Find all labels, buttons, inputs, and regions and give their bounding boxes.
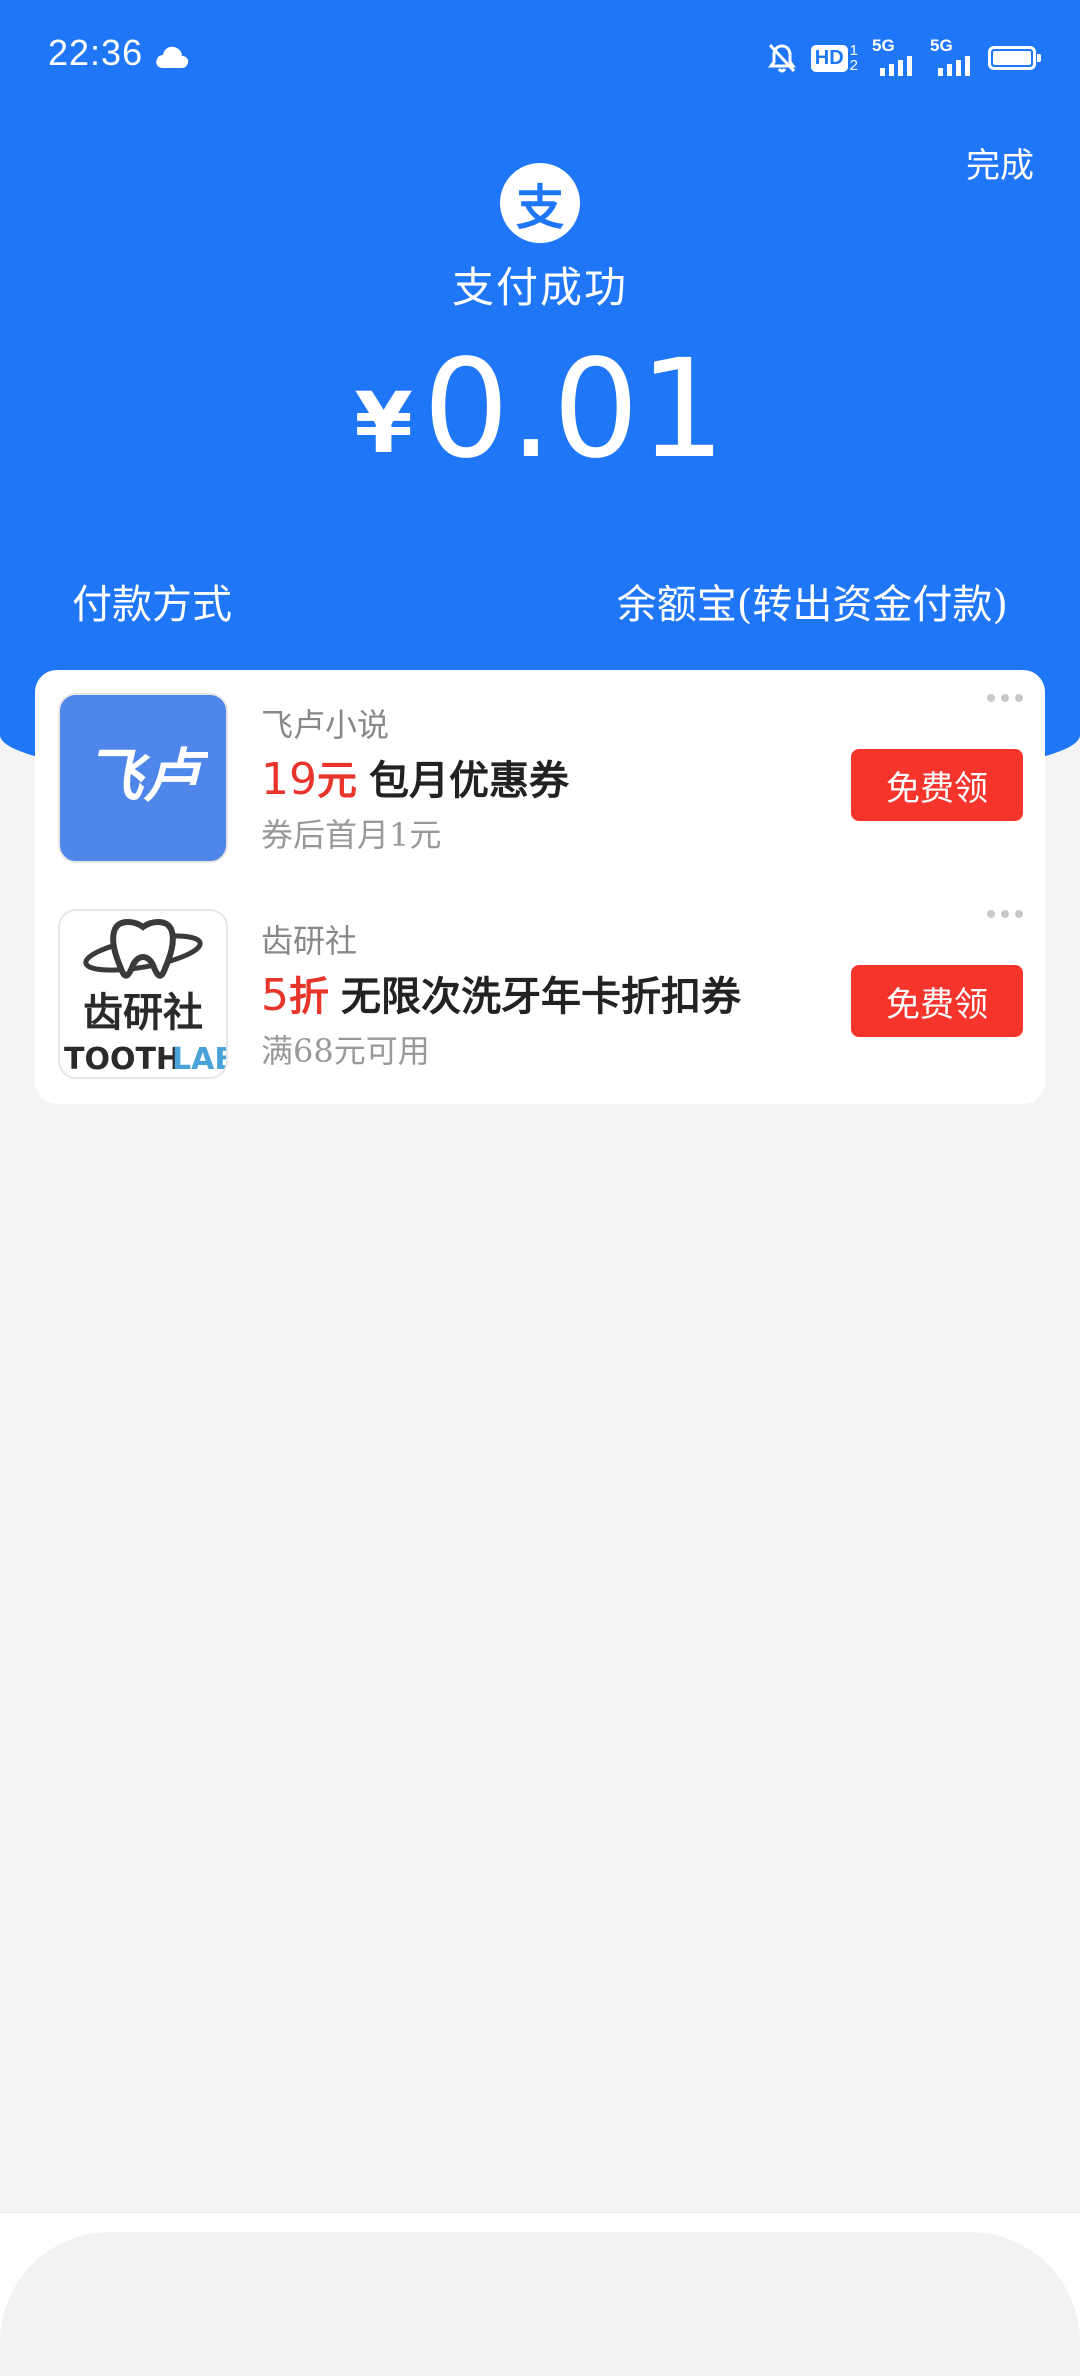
payment-success-title: 支付成功 xyxy=(451,263,628,312)
offer-highlight: 5折 xyxy=(261,970,329,1021)
payment-amount: ¥0.01 xyxy=(0,335,1080,485)
feilu-logo: 飞卢 xyxy=(58,693,228,863)
offer-highlight: 19元 xyxy=(261,754,357,805)
more-options-icon[interactable] xyxy=(987,910,1023,918)
amount-value: 0.01 xyxy=(422,331,726,489)
offer-title-text: 无限次洗牙年卡折扣券 xyxy=(341,973,741,1020)
offer-item[interactable]: 齿研社 TOOTH LAB 齿研社 5折无限次洗牙年卡折扣券 满68元可用 免费… xyxy=(35,886,1045,1102)
hd-sim-top: 1 xyxy=(849,42,858,59)
offer-title: 5折 无限次洗牙年卡折扣券 xyxy=(261,964,741,1022)
offer-title: 19元 包月优惠券 xyxy=(261,748,569,806)
hd-label: HD xyxy=(810,44,848,72)
offer-merchant-name: 齿研社 xyxy=(261,922,358,960)
pay-method-value: 余额宝(转出资金付款) xyxy=(616,582,1008,628)
hd-voice-icon: HD 1 2 xyxy=(810,42,858,74)
toothlab-en-text-b: LAB xyxy=(172,1042,226,1077)
offer-merchant-name: 飞卢小说 xyxy=(261,706,390,744)
offer-highlight-unit: 元 xyxy=(317,757,357,804)
toothlab-logo-mark: 齿研社 TOOTH LAB xyxy=(64,919,226,1077)
sim2-network-label: 5G xyxy=(930,36,953,55)
currency-symbol: ¥ xyxy=(354,374,413,472)
toothlab-en-text-a: TOOTH xyxy=(64,1042,181,1077)
offer-highlight-value: 19 xyxy=(261,754,317,805)
feilu-logo-text: 飞卢 xyxy=(85,742,208,810)
done-button[interactable]: 完成 xyxy=(966,138,1034,187)
feilu-logo-mark: 飞卢 xyxy=(85,742,208,810)
sim1-network-label: 5G xyxy=(872,36,895,55)
offer-highlight-value: 5 xyxy=(261,970,289,1021)
payment-success-page: 22:36 HD 1 2 5G 5G 完成 支 支付成功 ¥0.01 付款方式 … xyxy=(0,0,1080,2376)
hd-sim-indicator: 1 2 xyxy=(850,43,858,73)
toothlab-logo: 齿研社 TOOTH LAB xyxy=(58,909,228,1079)
hd-sim-bottom: 2 xyxy=(849,57,858,74)
offer-highlight-unit: 折 xyxy=(289,973,329,1020)
alipay-logo-icon: 支 xyxy=(500,163,580,243)
signal-sim1-icon: 5G xyxy=(872,36,916,76)
signal-sim2-icon: 5G xyxy=(930,36,974,76)
cloud-icon xyxy=(156,46,189,68)
bottom-sheet xyxy=(0,2232,1080,2376)
battery-icon xyxy=(988,46,1041,70)
offer-item[interactable]: 飞卢 飞卢小说 19元 包月优惠券 券后首月1元 免费领 xyxy=(35,670,1045,886)
offer-title-text: 包月优惠券 xyxy=(369,757,569,804)
status-icons: HD 1 2 5G 5G xyxy=(767,36,1041,78)
more-options-icon[interactable] xyxy=(987,694,1023,702)
toothlab-cn-text: 齿研社 xyxy=(83,990,203,1036)
status-bar: 22:36 HD 1 2 5G 5G xyxy=(0,0,1080,110)
offer-subtitle: 满68元可用 xyxy=(261,1032,430,1070)
claim-free-button[interactable]: 免费领 xyxy=(851,749,1023,821)
claim-free-button[interactable]: 免费领 xyxy=(851,965,1023,1037)
pay-method-label: 付款方式 xyxy=(72,582,232,628)
offers-card: 飞卢 飞卢小说 19元 包月优惠券 券后首月1元 免费领 齿研社 TOOTH LA… xyxy=(35,670,1045,1104)
mute-bell-icon xyxy=(767,43,796,73)
offer-subtitle: 券后首月1元 xyxy=(261,816,442,854)
battery-level xyxy=(993,51,1031,65)
status-time: 22:36 xyxy=(48,32,144,73)
